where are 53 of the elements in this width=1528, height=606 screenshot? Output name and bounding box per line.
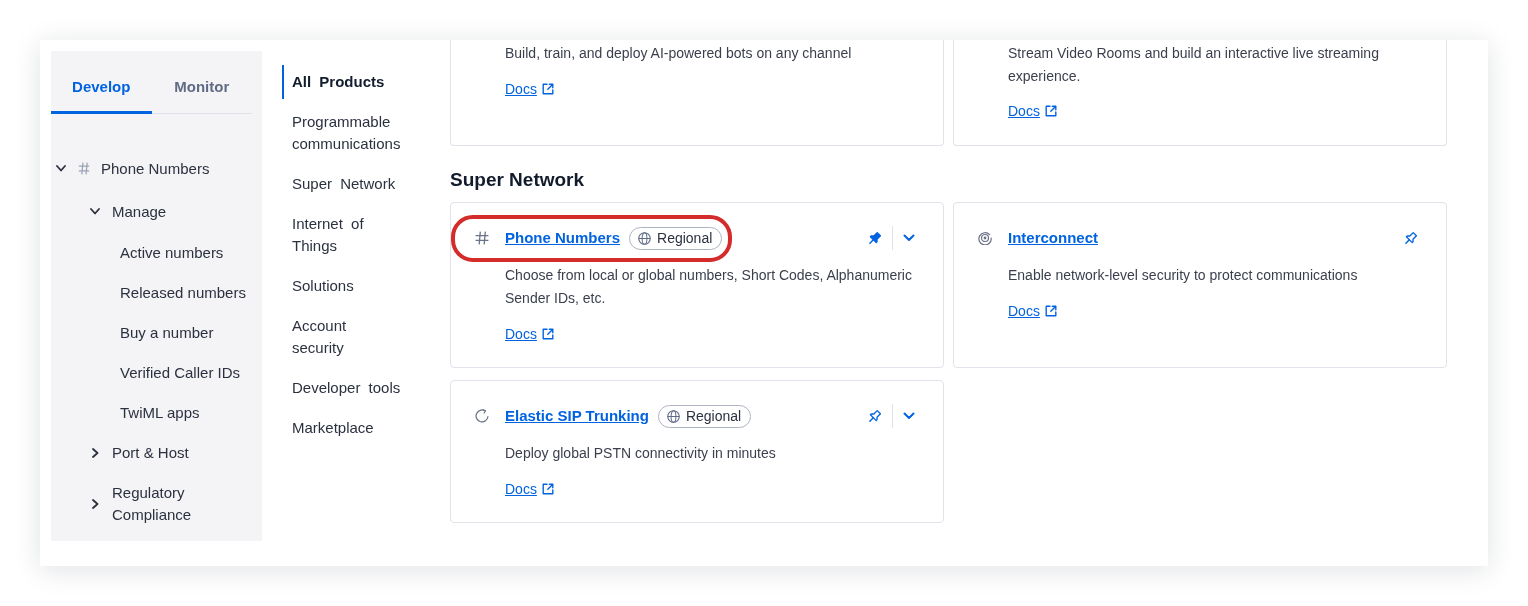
- expand-button[interactable]: [903, 412, 915, 420]
- category-link[interactable]: Marketplace: [282, 411, 403, 445]
- tree-item[interactable]: Phone Numbers: [51, 147, 262, 190]
- tree-item[interactable]: Verified Caller IDs: [51, 353, 262, 393]
- docs-link[interactable]: Docs: [505, 478, 554, 500]
- region-label: Regional: [685, 407, 742, 426]
- tab[interactable]: Develop: [51, 51, 152, 114]
- product-title-link[interactable]: Phone Numbers: [505, 227, 621, 249]
- pin-button[interactable]: [867, 230, 882, 246]
- globe-icon: [666, 409, 680, 423]
- chevron-down-icon: [903, 234, 915, 242]
- region-label: Regional: [657, 229, 713, 248]
- docs-link[interactable]: Docs: [1008, 100, 1057, 122]
- product-description: Stream Video Rooms and build an interactive live streaming experience.: [1008, 44, 1380, 86]
- tree-item[interactable]: Released numbers: [51, 273, 262, 313]
- hash-icon: [78, 162, 90, 175]
- category-link[interactable]: Internet of Things: [282, 207, 403, 263]
- tree-item[interactable]: Manage: [51, 190, 262, 233]
- external-link-icon: [541, 328, 554, 340]
- category-link[interactable]: Account security: [282, 309, 403, 365]
- external-link-icon: [1044, 105, 1057, 117]
- hash-icon: [475, 231, 489, 245]
- product-description: Deploy global PSTN connectivity in minutes: [505, 444, 777, 463]
- external-link-icon: [541, 483, 554, 495]
- external-link-icon: [1044, 305, 1057, 317]
- tree-item[interactable]: Active numbers: [51, 233, 262, 273]
- docs-link[interactable]: Docs: [505, 323, 554, 345]
- product-title-link[interactable]: Interconnect: [1008, 227, 1098, 249]
- docs-link[interactable]: Docs: [1008, 300, 1057, 322]
- product-description: Enable network-level security to protect communications: [1008, 266, 1359, 285]
- tab[interactable]: Monitor: [151, 51, 252, 114]
- globe-icon: [638, 231, 652, 245]
- tree-item[interactable]: Buy a number: [51, 313, 262, 353]
- pin-button[interactable]: [1403, 230, 1418, 246]
- category-link[interactable]: Super Network: [282, 167, 403, 201]
- product-description: Build, train, and deploy AI-powered bots on any channel: [505, 44, 853, 63]
- concentric-circles-icon: [978, 231, 992, 245]
- pin-button[interactable]: [867, 408, 882, 424]
- circular-arrow-icon: [475, 409, 489, 423]
- product-description: Choose from local or global numbers, Short Codes, Alphanumeric Sender IDs, etc.: [505, 266, 913, 308]
- docs-link[interactable]: Docs: [505, 77, 554, 100]
- category-link[interactable]: Solutions: [282, 269, 403, 303]
- tree-item[interactable]: TwiML apps: [51, 393, 262, 433]
- expand-button[interactable]: [903, 234, 915, 242]
- tree-item[interactable]: Port & Host: [51, 433, 262, 473]
- section-heading: Super Network: [450, 168, 586, 192]
- category-link[interactable]: Programmable communications: [282, 105, 403, 161]
- chevron-down-icon: [903, 412, 915, 420]
- tree-item[interactable]: Regulatory Compliance: [51, 473, 262, 535]
- category-link[interactable]: All Products: [282, 65, 403, 99]
- category-link[interactable]: Developer tools: [282, 371, 403, 405]
- product-title-link[interactable]: Elastic SIP Trunking: [505, 405, 649, 427]
- external-link-icon: [541, 82, 554, 95]
